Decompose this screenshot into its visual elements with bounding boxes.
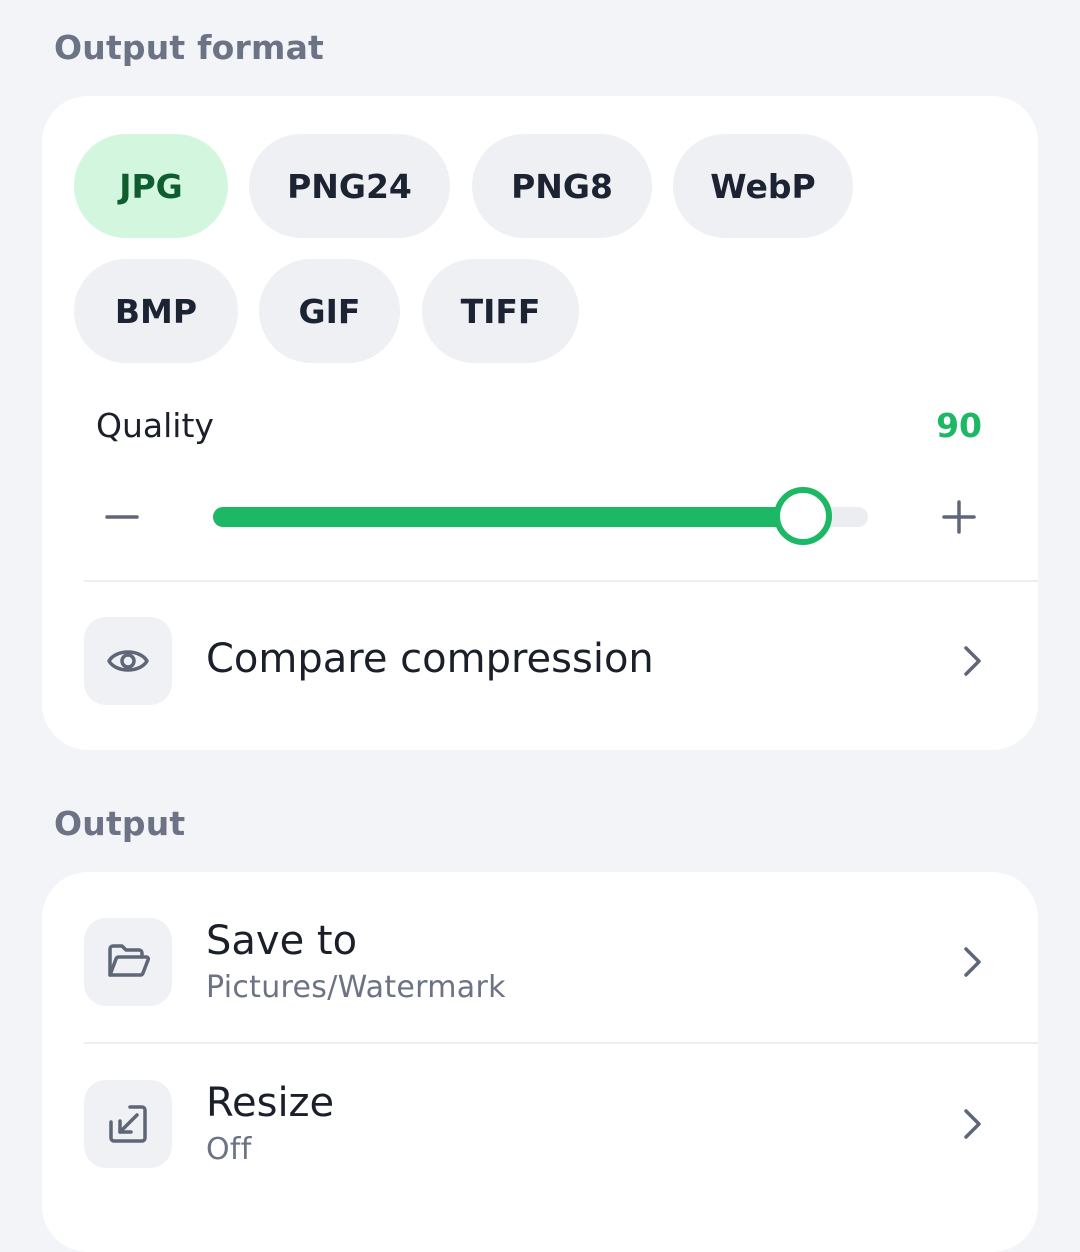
chevron-right-icon bbox=[954, 1106, 990, 1142]
quality-increase-button[interactable] bbox=[927, 485, 991, 549]
resize-row[interactable]: Resize Off bbox=[42, 1044, 1038, 1204]
compare-compression-row[interactable]: Compare compression bbox=[42, 582, 1038, 750]
resize-title: Resize bbox=[206, 1080, 335, 1126]
plus-icon bbox=[942, 500, 976, 534]
quality-value: 90 bbox=[936, 406, 982, 445]
resize-status: Off bbox=[206, 1132, 252, 1167]
quality-slider[interactable] bbox=[213, 487, 868, 545]
output-heading: Output bbox=[54, 804, 186, 843]
output-format-card: JPG PNG24 PNG8 WebP BMP GIF TIFF Quality… bbox=[42, 96, 1038, 750]
save-to-path: Pictures/Watermark bbox=[206, 970, 506, 1005]
quality-label: Quality bbox=[96, 406, 214, 445]
quality-slider-thumb[interactable] bbox=[774, 487, 832, 545]
format-chip-png8[interactable]: PNG8 bbox=[472, 134, 652, 238]
resize-icon-box bbox=[84, 1080, 172, 1168]
format-chip-gif[interactable]: GIF bbox=[259, 259, 400, 363]
format-chip-jpg[interactable]: JPG bbox=[74, 134, 228, 238]
compare-compression-label: Compare compression bbox=[206, 636, 654, 682]
quality-decrease-button[interactable] bbox=[90, 485, 154, 549]
eye-icon-box bbox=[84, 617, 172, 705]
minus-icon bbox=[105, 515, 139, 519]
chevron-right-icon bbox=[954, 944, 990, 980]
resize-icon bbox=[109, 1105, 147, 1143]
quality-slider-fill bbox=[213, 507, 803, 527]
output-format-heading: Output format bbox=[54, 28, 325, 67]
format-chip-png24[interactable]: PNG24 bbox=[249, 134, 450, 238]
chevron-right-icon bbox=[954, 643, 990, 679]
folder-icon-box bbox=[84, 918, 172, 1006]
output-card: Save to Pictures/Watermark Resize Off bbox=[42, 872, 1038, 1252]
format-chip-bmp[interactable]: BMP bbox=[74, 259, 238, 363]
format-chip-tiff[interactable]: TIFF bbox=[422, 259, 579, 363]
save-to-row[interactable]: Save to Pictures/Watermark bbox=[42, 872, 1038, 1042]
format-chip-webp[interactable]: WebP bbox=[673, 134, 853, 238]
folder-open-icon bbox=[108, 944, 150, 977]
save-to-title: Save to bbox=[206, 918, 358, 964]
eye-icon bbox=[107, 650, 149, 672]
